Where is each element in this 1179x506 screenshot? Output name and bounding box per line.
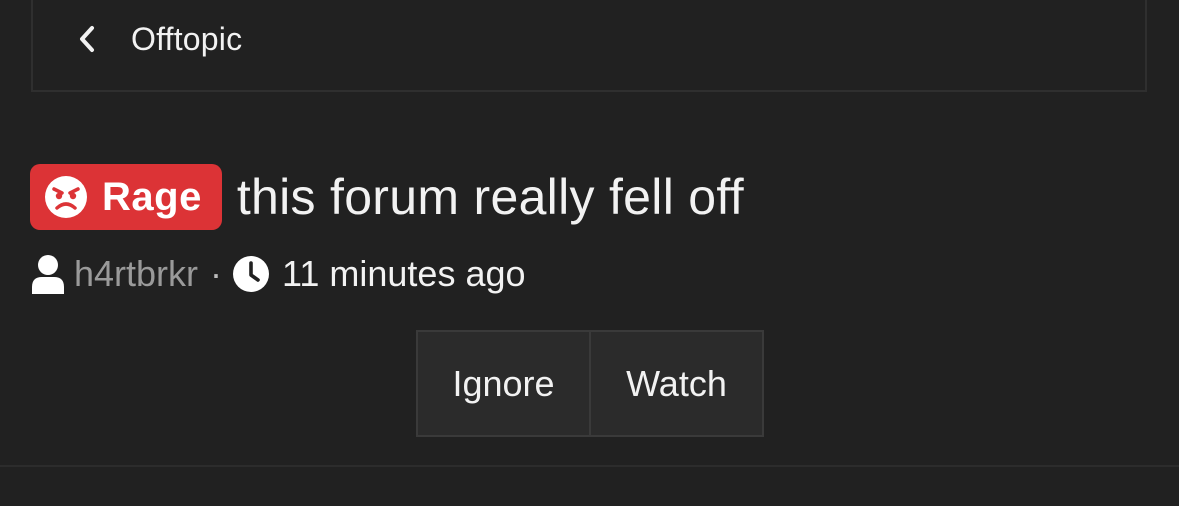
thread-prefix-badge[interactable]: Rage (30, 164, 222, 230)
breadcrumb-label: Offtopic (131, 20, 243, 57)
meta-separator: · (210, 253, 223, 294)
thread-header-page: Offtopic Rage this forum really fell off (0, 0, 1179, 506)
clock-icon (232, 255, 270, 293)
post-timestamp[interactable]: 11 minutes ago (282, 253, 526, 295)
breadcrumb-back-link[interactable]: Offtopic (77, 18, 242, 60)
angry-face-icon (44, 175, 88, 219)
author-username-link[interactable]: h4rtbrkr (74, 253, 198, 295)
watch-button[interactable]: Watch (590, 330, 764, 437)
thread-title-row: Rage this forum really fell off (30, 164, 744, 230)
thread-title: this forum really fell off (236, 169, 744, 225)
section-divider (0, 465, 1179, 467)
chevron-left-icon (77, 24, 99, 54)
user-icon (30, 254, 66, 294)
ignore-button[interactable]: Ignore (416, 330, 590, 437)
badge-label: Rage (102, 174, 202, 219)
thread-meta: h4rtbrkr · 11 minutes ago (30, 250, 526, 298)
thread-action-buttons: Ignore Watch (416, 330, 764, 437)
